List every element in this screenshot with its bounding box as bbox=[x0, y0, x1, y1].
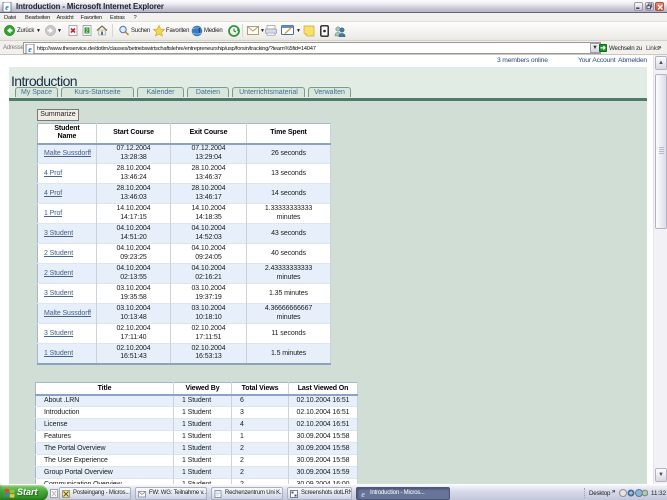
svg-text:e: e bbox=[5, 3, 9, 12]
svg-text:e: e bbox=[361, 490, 365, 498]
svg-text:2: 2 bbox=[85, 29, 88, 35]
svg-text:e: e bbox=[28, 45, 32, 54]
